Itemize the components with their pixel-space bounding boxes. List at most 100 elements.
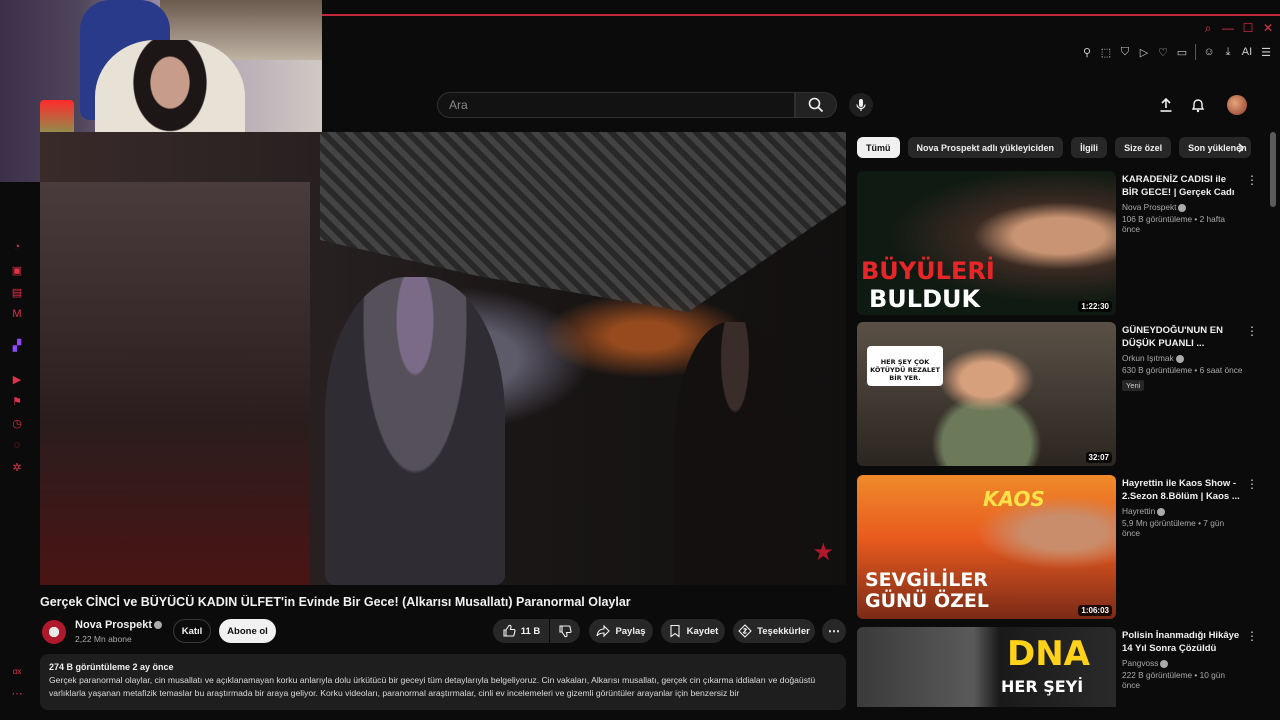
- play-icon[interactable]: ▷: [1138, 45, 1150, 59]
- settings-icon[interactable]: ✲: [10, 460, 24, 474]
- bookmark-icon[interactable]: ⚑: [10, 394, 24, 408]
- channel-avatar[interactable]: [42, 620, 66, 644]
- clock-icon[interactable]: ◷: [10, 416, 24, 430]
- recommendation-info: KARADENİZ CADISI ile BİR GECE! | Gerçek …: [1122, 174, 1244, 234]
- verified-icon: [1160, 659, 1169, 668]
- search-icon[interactable]: ⌕: [1202, 22, 1214, 34]
- video-thumbnail[interactable]: HER ŞEY ÇOK KÖTÜYDÜ REZALET BİR YER. 32:…: [857, 322, 1116, 466]
- thumbnail-caption-bottom: BULDUK: [869, 285, 981, 313]
- extension-toolbar: ⚲ ⬚ ⛉ ▷ ♡ ▭ ☺ ⤓ AI ☰: [1081, 44, 1272, 60]
- recommendation-item[interactable]: DNA HER ŞEYİ Polisin İnanmadığı Hikâye 1…: [857, 627, 1258, 707]
- upload-button[interactable]: [1157, 96, 1175, 114]
- thanks-label: Teşekkürler: [757, 625, 810, 637]
- scrollbar-thumb[interactable]: [1270, 132, 1276, 207]
- bag-icon[interactable]: ▣: [10, 263, 24, 277]
- thumbnail-caption-top: DNA: [1007, 634, 1090, 674]
- maximize-icon[interactable]: ☐: [1242, 22, 1254, 34]
- bookmark-icon: [670, 624, 680, 638]
- recommendation-channel: Orkun Işıtmak: [1122, 353, 1244, 363]
- description-box[interactable]: 274 B görüntüleme 2 ay önce Gerçek paran…: [40, 654, 846, 710]
- recommendation-title: Polisin İnanmadığı Hikâye 14 Yıl Sonra Ç…: [1122, 630, 1240, 654]
- recommendation-info: Polisin İnanmadığı Hikâye 14 Yıl Sonra Ç…: [1122, 630, 1244, 690]
- more-actions-button[interactable]: ⋯: [822, 619, 846, 643]
- search-input[interactable]: Ara: [437, 92, 795, 118]
- thumbnail-caption-bottom: HER ŞEYİ: [1001, 677, 1084, 696]
- views-and-date: 274 B görüntüleme 2 ay önce: [49, 662, 174, 672]
- channel-label: Pangvoss: [1122, 658, 1159, 668]
- recommendation-item[interactable]: BÜYÜLERİ BULDUK 1:22:30 KARADENİZ CADISI…: [857, 171, 1258, 315]
- kebab-menu-icon[interactable]: ⋮: [1246, 478, 1258, 492]
- like-button[interactable]: 11 B: [493, 619, 549, 643]
- pentagram-icon: ★: [812, 539, 834, 566]
- history-icon[interactable]: ◔: [10, 240, 24, 254]
- chips-next-button[interactable]: [1233, 140, 1249, 156]
- upload-icon: [1160, 97, 1172, 112]
- close-icon[interactable]: ✕: [1262, 22, 1274, 34]
- recommendation-info: GÜNEYDOĞU'NUN EN DÜŞÜK PUANLI ... Orkun …: [1122, 325, 1244, 393]
- join-button[interactable]: Katıl: [173, 619, 211, 643]
- scene-woman-graphic: [325, 277, 505, 585]
- like-count: 11 B: [520, 625, 541, 637]
- chip-related[interactable]: İlgili: [1071, 137, 1108, 158]
- microphone-icon: [856, 99, 866, 111]
- video-player[interactable]: ★: [40, 132, 846, 585]
- kebab-menu-icon[interactable]: ⋮: [1246, 174, 1258, 188]
- recommendation-channel: Nova Prospekt: [1122, 202, 1244, 212]
- scene-bed-graphic: [40, 182, 310, 585]
- chip-from-uploader[interactable]: Nova Prospekt adlı yükleyiciden: [907, 137, 1064, 158]
- kebab-menu-icon[interactable]: ⋮: [1246, 325, 1258, 339]
- extension-icon[interactable]: αx: [10, 664, 24, 678]
- recommendation-channel: Pangvoss: [1122, 658, 1244, 668]
- account-icon[interactable]: ☺: [1203, 45, 1215, 59]
- heart-icon[interactable]: ♡: [1157, 45, 1169, 59]
- join-label: Katıl: [181, 625, 203, 637]
- thanks-button[interactable]: Teşekkürler: [733, 619, 815, 643]
- kebab-menu-icon[interactable]: ⋮: [1246, 630, 1258, 644]
- recommendation-item[interactable]: HER ŞEY ÇOK KÖTÜYDÜ REZALET BİR YER. 32:…: [857, 322, 1258, 466]
- verified-icon: [1175, 354, 1184, 363]
- chip-for-you[interactable]: Size özel: [1115, 137, 1172, 158]
- menu-icon[interactable]: ☰: [1260, 45, 1272, 59]
- share-button[interactable]: Paylaş: [589, 619, 653, 643]
- dislike-button[interactable]: [550, 619, 580, 643]
- play-circle-icon[interactable]: ▶: [10, 372, 24, 386]
- search-button[interactable]: [795, 92, 837, 118]
- message-icon[interactable]: ▤: [10, 285, 24, 299]
- new-badge: Yeni: [1122, 380, 1145, 391]
- thumbs-down-icon: [559, 625, 572, 638]
- recommendation-item[interactable]: KAOS SEVGİLİLER GÜNÜ ÖZEL 1:06:03 Hayret…: [857, 475, 1258, 619]
- crop-icon[interactable]: ⬚: [1100, 45, 1112, 59]
- voice-search-button[interactable]: [849, 93, 873, 117]
- toolbar-divider: [1195, 44, 1196, 60]
- bell-icon: [1191, 99, 1205, 113]
- twitch-icon[interactable]: ▞: [10, 338, 24, 352]
- chip-all[interactable]: Tümü: [857, 137, 900, 158]
- mail-icon[interactable]: M: [10, 307, 24, 321]
- recommendation-title: Hayrettin ile Kaos Show - 2.Sezon 8.Bölü…: [1122, 478, 1240, 502]
- super-thanks-icon: [738, 624, 752, 638]
- minimize-icon[interactable]: —: [1222, 22, 1234, 34]
- save-button[interactable]: Kaydet: [661, 619, 725, 643]
- shield-icon[interactable]: ⛉: [1119, 45, 1131, 59]
- pin-icon[interactable]: ⚲: [1081, 45, 1093, 59]
- clipboard-icon[interactable]: ▭: [1176, 45, 1188, 59]
- share-icon: [596, 624, 611, 638]
- more-icon[interactable]: ⋯: [10, 686, 24, 700]
- window-top-bar: [322, 0, 1280, 16]
- avatar[interactable]: [1227, 95, 1247, 115]
- video-thumbnail[interactable]: BÜYÜLERİ BULDUK 1:22:30: [857, 171, 1116, 315]
- filter-chips: Tümü Nova Prospekt adlı yükleyiciden İlg…: [857, 137, 1252, 158]
- subscribe-button[interactable]: Abone ol: [219, 619, 276, 643]
- share-label: Paylaş: [615, 625, 646, 637]
- notifications-button[interactable]: [1189, 96, 1207, 114]
- duration-badge: 32:07: [1085, 452, 1112, 463]
- subscribe-label: Abone ol: [227, 625, 268, 637]
- channel-label: Orkun Işıtmak: [1122, 353, 1174, 363]
- download-icon[interactable]: ⤓: [1222, 45, 1234, 59]
- video-thumbnail[interactable]: KAOS SEVGİLİLER GÜNÜ ÖZEL 1:06:03: [857, 475, 1116, 619]
- channel-name[interactable]: Nova Prospekt: [75, 619, 163, 631]
- recommendation-info: Hayrettin ile Kaos Show - 2.Sezon 8.Bölü…: [1122, 478, 1244, 538]
- ai-button[interactable]: AI: [1241, 45, 1253, 59]
- chat-icon[interactable]: ◌: [10, 438, 24, 452]
- video-thumbnail[interactable]: DNA HER ŞEYİ: [857, 627, 1116, 707]
